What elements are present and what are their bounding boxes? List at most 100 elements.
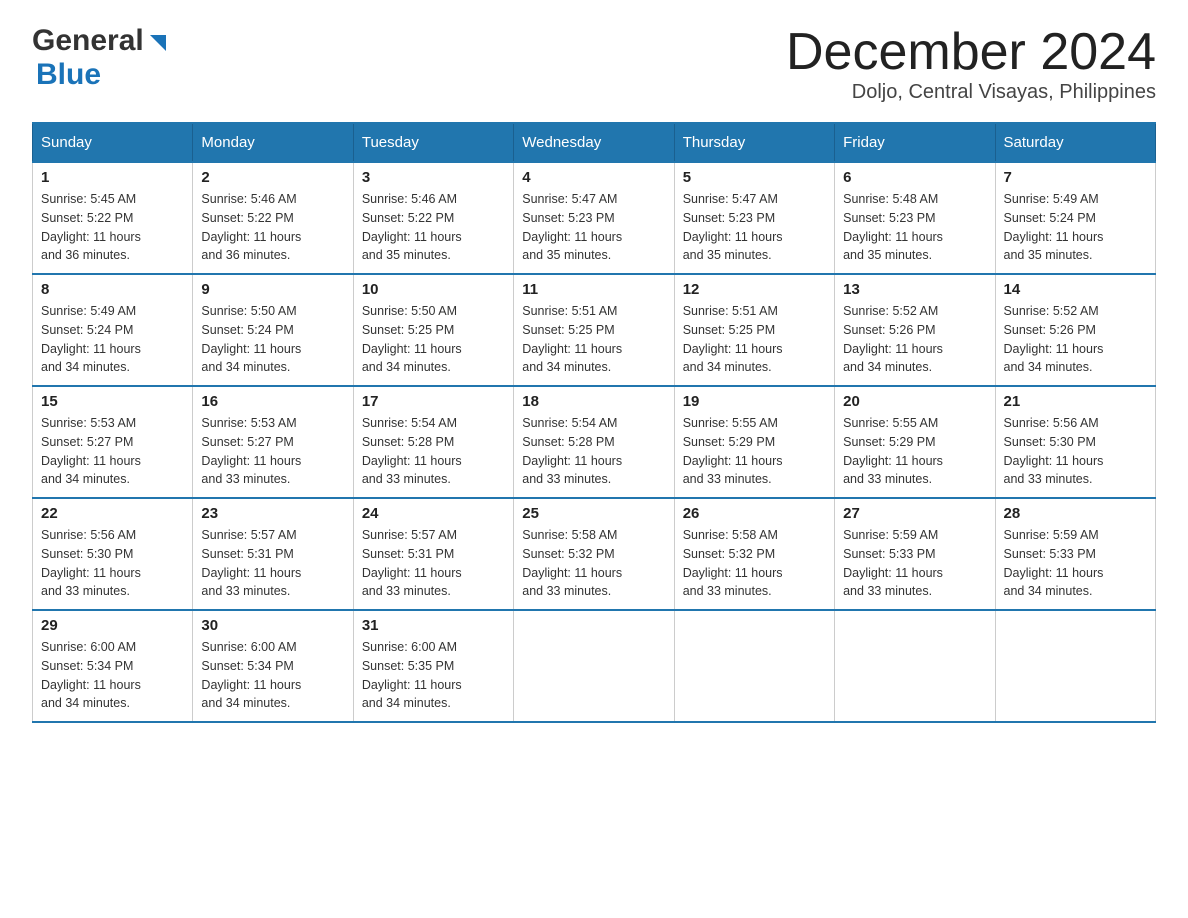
calendar-cell: 11 Sunrise: 5:51 AMSunset: 5:25 PMDaylig… xyxy=(514,274,674,386)
calendar-cell: 20 Sunrise: 5:55 AMSunset: 5:29 PMDaylig… xyxy=(835,386,995,498)
day-number: 26 xyxy=(683,505,826,522)
day-info: Sunrise: 5:59 AMSunset: 5:33 PMDaylight:… xyxy=(1004,528,1104,598)
day-number: 12 xyxy=(683,281,826,298)
calendar-cell: 9 Sunrise: 5:50 AMSunset: 5:24 PMDayligh… xyxy=(193,274,353,386)
day-info: Sunrise: 5:54 AMSunset: 5:28 PMDaylight:… xyxy=(522,416,622,486)
logo-blue-text: Blue xyxy=(36,58,101,91)
day-info: Sunrise: 6:00 AMSunset: 5:34 PMDaylight:… xyxy=(201,640,301,710)
month-title: December 2024 xyxy=(786,24,1156,81)
calendar-cell: 19 Sunrise: 5:55 AMSunset: 5:29 PMDaylig… xyxy=(674,386,834,498)
day-info: Sunrise: 5:55 AMSunset: 5:29 PMDaylight:… xyxy=(683,416,783,486)
day-number: 31 xyxy=(362,617,505,634)
title-block: December 2024 Doljo, Central Visayas, Ph… xyxy=(786,24,1156,104)
calendar-cell: 7 Sunrise: 5:49 AMSunset: 5:24 PMDayligh… xyxy=(995,162,1155,274)
calendar-week-row: 8 Sunrise: 5:49 AMSunset: 5:24 PMDayligh… xyxy=(33,274,1156,386)
logo: General Blue xyxy=(32,24,168,92)
calendar-cell: 8 Sunrise: 5:49 AMSunset: 5:24 PMDayligh… xyxy=(33,274,193,386)
page-header: General Blue December 2024 Doljo, Centra… xyxy=(32,24,1156,104)
calendar-cell: 2 Sunrise: 5:46 AMSunset: 5:22 PMDayligh… xyxy=(193,162,353,274)
day-info: Sunrise: 5:50 AMSunset: 5:25 PMDaylight:… xyxy=(362,304,462,374)
day-number: 3 xyxy=(362,169,505,186)
calendar-cell: 25 Sunrise: 5:58 AMSunset: 5:32 PMDaylig… xyxy=(514,498,674,610)
day-number: 11 xyxy=(522,281,665,298)
day-info: Sunrise: 5:47 AMSunset: 5:23 PMDaylight:… xyxy=(683,192,783,262)
day-info: Sunrise: 5:58 AMSunset: 5:32 PMDaylight:… xyxy=(683,528,783,598)
day-info: Sunrise: 5:51 AMSunset: 5:25 PMDaylight:… xyxy=(683,304,783,374)
weekday-header-saturday: Saturday xyxy=(995,123,1155,162)
day-info: Sunrise: 5:53 AMSunset: 5:27 PMDaylight:… xyxy=(41,416,141,486)
day-number: 28 xyxy=(1004,505,1147,522)
calendar-table: SundayMondayTuesdayWednesdayThursdayFrid… xyxy=(32,122,1156,723)
calendar-cell: 23 Sunrise: 5:57 AMSunset: 5:31 PMDaylig… xyxy=(193,498,353,610)
calendar-cell: 18 Sunrise: 5:54 AMSunset: 5:28 PMDaylig… xyxy=(514,386,674,498)
calendar-cell: 3 Sunrise: 5:46 AMSunset: 5:22 PMDayligh… xyxy=(353,162,513,274)
calendar-week-row: 22 Sunrise: 5:56 AMSunset: 5:30 PMDaylig… xyxy=(33,498,1156,610)
day-info: Sunrise: 5:46 AMSunset: 5:22 PMDaylight:… xyxy=(201,192,301,262)
day-info: Sunrise: 5:51 AMSunset: 5:25 PMDaylight:… xyxy=(522,304,622,374)
day-number: 27 xyxy=(843,505,986,522)
calendar-cell: 31 Sunrise: 6:00 AMSunset: 5:35 PMDaylig… xyxy=(353,610,513,722)
calendar-cell: 12 Sunrise: 5:51 AMSunset: 5:25 PMDaylig… xyxy=(674,274,834,386)
day-number: 29 xyxy=(41,617,184,634)
day-info: Sunrise: 5:54 AMSunset: 5:28 PMDaylight:… xyxy=(362,416,462,486)
day-number: 8 xyxy=(41,281,184,298)
calendar-cell xyxy=(674,610,834,722)
day-info: Sunrise: 5:57 AMSunset: 5:31 PMDaylight:… xyxy=(201,528,301,598)
day-number: 5 xyxy=(683,169,826,186)
weekday-header-row: SundayMondayTuesdayWednesdayThursdayFrid… xyxy=(33,123,1156,162)
day-number: 18 xyxy=(522,393,665,410)
weekday-header-tuesday: Tuesday xyxy=(353,123,513,162)
weekday-header-thursday: Thursday xyxy=(674,123,834,162)
day-number: 30 xyxy=(201,617,344,634)
day-number: 22 xyxy=(41,505,184,522)
day-info: Sunrise: 5:52 AMSunset: 5:26 PMDaylight:… xyxy=(843,304,943,374)
calendar-cell: 6 Sunrise: 5:48 AMSunset: 5:23 PMDayligh… xyxy=(835,162,995,274)
day-info: Sunrise: 5:56 AMSunset: 5:30 PMDaylight:… xyxy=(1004,416,1104,486)
calendar-cell: 10 Sunrise: 5:50 AMSunset: 5:25 PMDaylig… xyxy=(353,274,513,386)
calendar-cell: 5 Sunrise: 5:47 AMSunset: 5:23 PMDayligh… xyxy=(674,162,834,274)
day-info: Sunrise: 5:49 AMSunset: 5:24 PMDaylight:… xyxy=(41,304,141,374)
day-number: 14 xyxy=(1004,281,1147,298)
day-number: 6 xyxy=(843,169,986,186)
day-number: 15 xyxy=(41,393,184,410)
calendar-week-row: 29 Sunrise: 6:00 AMSunset: 5:34 PMDaylig… xyxy=(33,610,1156,722)
logo-general-text: General xyxy=(32,24,144,58)
day-number: 19 xyxy=(683,393,826,410)
day-info: Sunrise: 6:00 AMSunset: 5:35 PMDaylight:… xyxy=(362,640,462,710)
day-number: 23 xyxy=(201,505,344,522)
day-number: 21 xyxy=(1004,393,1147,410)
day-info: Sunrise: 5:46 AMSunset: 5:22 PMDaylight:… xyxy=(362,192,462,262)
day-info: Sunrise: 5:53 AMSunset: 5:27 PMDaylight:… xyxy=(201,416,301,486)
day-info: Sunrise: 5:47 AMSunset: 5:23 PMDaylight:… xyxy=(522,192,622,262)
calendar-week-row: 1 Sunrise: 5:45 AMSunset: 5:22 PMDayligh… xyxy=(33,162,1156,274)
calendar-cell xyxy=(514,610,674,722)
calendar-cell xyxy=(835,610,995,722)
day-number: 24 xyxy=(362,505,505,522)
day-info: Sunrise: 5:57 AMSunset: 5:31 PMDaylight:… xyxy=(362,528,462,598)
weekday-header-monday: Monday xyxy=(193,123,353,162)
day-info: Sunrise: 5:50 AMSunset: 5:24 PMDaylight:… xyxy=(201,304,301,374)
day-number: 20 xyxy=(843,393,986,410)
calendar-cell: 4 Sunrise: 5:47 AMSunset: 5:23 PMDayligh… xyxy=(514,162,674,274)
logo-triangle-icon xyxy=(146,31,168,53)
weekday-header-wednesday: Wednesday xyxy=(514,123,674,162)
day-info: Sunrise: 5:56 AMSunset: 5:30 PMDaylight:… xyxy=(41,528,141,598)
weekday-header-friday: Friday xyxy=(835,123,995,162)
calendar-cell: 30 Sunrise: 6:00 AMSunset: 5:34 PMDaylig… xyxy=(193,610,353,722)
calendar-cell: 14 Sunrise: 5:52 AMSunset: 5:26 PMDaylig… xyxy=(995,274,1155,386)
calendar-cell xyxy=(995,610,1155,722)
weekday-header-sunday: Sunday xyxy=(33,123,193,162)
day-number: 13 xyxy=(843,281,986,298)
day-info: Sunrise: 5:48 AMSunset: 5:23 PMDaylight:… xyxy=(843,192,943,262)
day-info: Sunrise: 5:49 AMSunset: 5:24 PMDaylight:… xyxy=(1004,192,1104,262)
day-number: 4 xyxy=(522,169,665,186)
calendar-cell: 22 Sunrise: 5:56 AMSunset: 5:30 PMDaylig… xyxy=(33,498,193,610)
day-number: 16 xyxy=(201,393,344,410)
day-number: 2 xyxy=(201,169,344,186)
calendar-cell: 28 Sunrise: 5:59 AMSunset: 5:33 PMDaylig… xyxy=(995,498,1155,610)
calendar-cell: 17 Sunrise: 5:54 AMSunset: 5:28 PMDaylig… xyxy=(353,386,513,498)
calendar-cell: 1 Sunrise: 5:45 AMSunset: 5:22 PMDayligh… xyxy=(33,162,193,274)
day-info: Sunrise: 5:45 AMSunset: 5:22 PMDaylight:… xyxy=(41,192,141,262)
day-info: Sunrise: 5:52 AMSunset: 5:26 PMDaylight:… xyxy=(1004,304,1104,374)
day-number: 9 xyxy=(201,281,344,298)
